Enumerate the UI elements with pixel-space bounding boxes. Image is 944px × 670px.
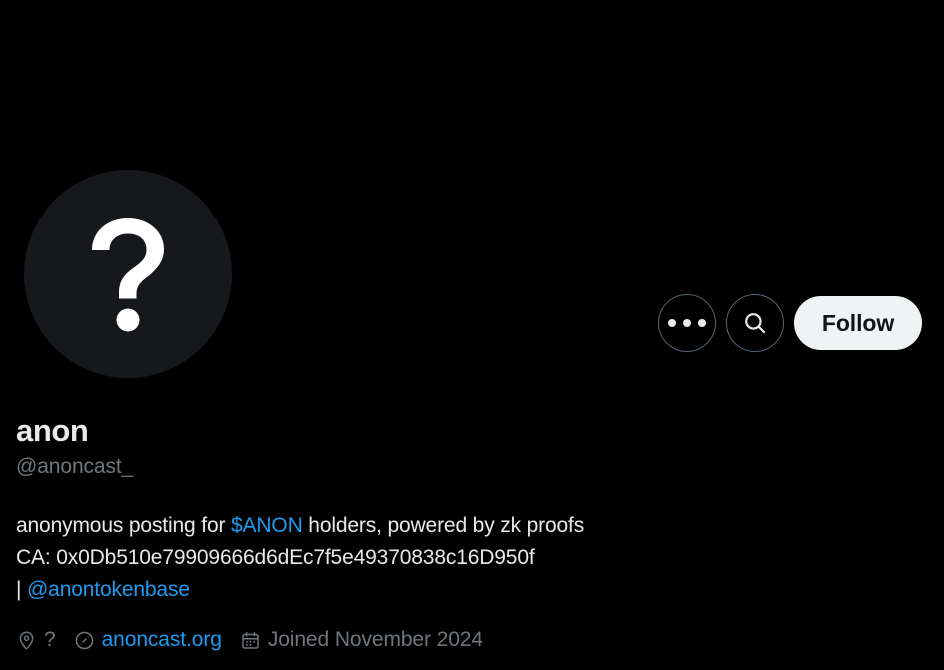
bio-contract-address: CA: 0x0Db510e79909666d6dEc7f5e49370838c1… bbox=[16, 546, 535, 569]
bio-text-1: anonymous posting for bbox=[16, 514, 231, 537]
user-handle: @anoncast_ bbox=[16, 455, 134, 478]
calendar-icon bbox=[240, 630, 261, 651]
link-icon bbox=[74, 630, 95, 651]
location-pin-icon bbox=[16, 630, 37, 651]
joined-date: Joined November 2024 bbox=[267, 628, 483, 651]
avatar[interactable] bbox=[24, 170, 232, 378]
profile-meta: ? anoncast.org Joined November 2024 bbox=[16, 626, 483, 654]
avatar-image[interactable] bbox=[24, 170, 232, 378]
bio-mention-anontokenbase[interactable]: @anontokenbase bbox=[27, 578, 190, 601]
profile-bio: anonymous posting for $ANON holders, pow… bbox=[16, 510, 926, 606]
bio-separator: | bbox=[16, 578, 27, 601]
meta-location: ? bbox=[16, 626, 56, 654]
profile-page: Follow anon @anoncast_ anonymous posting… bbox=[0, 0, 944, 670]
bio-text-2: holders, powered by zk proofs bbox=[302, 514, 585, 537]
identity-block: anon @anoncast_ bbox=[16, 412, 716, 480]
meta-website: anoncast.org bbox=[74, 626, 222, 654]
website-link[interactable]: anoncast.org bbox=[102, 626, 222, 654]
display-name: anon bbox=[16, 413, 89, 448]
more-options-button[interactable] bbox=[658, 294, 716, 352]
meta-joined: Joined November 2024 bbox=[240, 626, 483, 654]
question-mark-icon bbox=[92, 218, 164, 332]
profile-banner[interactable] bbox=[0, 0, 944, 172]
location-value: ? bbox=[44, 628, 56, 651]
search-icon bbox=[745, 313, 766, 334]
search-profile-button[interactable] bbox=[726, 294, 784, 352]
ellipsis-icon bbox=[668, 319, 706, 327]
bio-cashtag-anon[interactable]: $ANON bbox=[231, 514, 303, 537]
follow-button[interactable]: Follow bbox=[794, 296, 922, 350]
profile-actions: Follow bbox=[658, 294, 922, 352]
